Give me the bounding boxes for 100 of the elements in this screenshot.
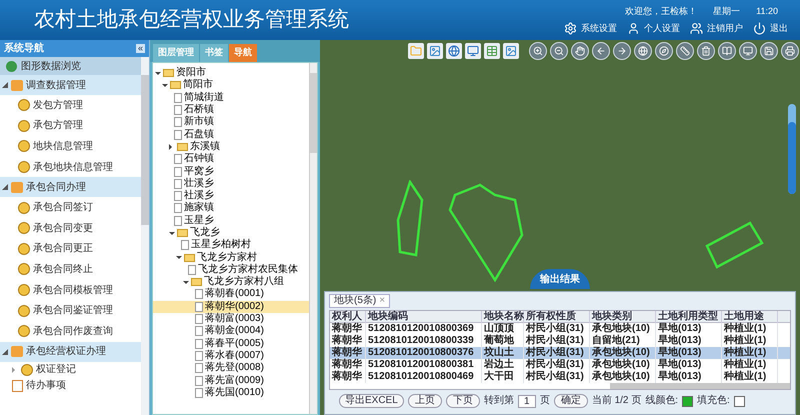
- tree-item[interactable]: 施家镇: [153, 202, 309, 215]
- tree-item[interactable]: 飞龙乡方家村农民集体: [153, 264, 309, 276]
- nav-item[interactable]: 承包合同终止: [0, 259, 141, 280]
- tree-item[interactable]: 石钟镇: [153, 153, 309, 166]
- file-icon: [181, 240, 189, 250]
- nav-item[interactable]: 发包方管理: [0, 95, 141, 116]
- toolbar-button[interactable]: [446, 43, 462, 59]
- monitor-icon: [743, 46, 753, 56]
- tree-item[interactable]: 平窝乡: [153, 165, 309, 178]
- color-swatch[interactable]: [734, 396, 745, 406]
- zoom-slider[interactable]: [788, 104, 796, 194]
- coin-icon: [18, 263, 30, 276]
- file-icon: [174, 154, 182, 164]
- toolbar-button[interactable]: [427, 43, 443, 59]
- app-title: 农村土地承包经营权业务管理系统: [34, 7, 349, 34]
- scrollbar[interactable]: [309, 63, 317, 414]
- export-button[interactable]: 导出EXCEL: [339, 394, 404, 408]
- nav-item[interactable]: 承包合同鉴证管理: [0, 300, 141, 321]
- page-status: 当前 1/2 页: [592, 396, 642, 406]
- nav-item[interactable]: 承包合同签订: [0, 197, 141, 218]
- tree-item[interactable]: 蒋先富(0009): [153, 374, 309, 387]
- file-icon: [188, 264, 196, 275]
- toolbar-button[interactable]: [465, 43, 481, 59]
- header-action-button[interactable]: 系统设置: [564, 22, 617, 35]
- header-action-button[interactable]: 退出: [753, 22, 788, 35]
- group-label: 承包经营权证办理: [26, 344, 106, 360]
- file-icon: [174, 130, 182, 140]
- file-icon: [195, 388, 203, 398]
- nav-item[interactable]: 承包方管理: [0, 116, 141, 136]
- nav-item[interactable]: 承包合同变更: [0, 218, 141, 239]
- nav-item[interactable]: 承包合同模板管理: [0, 280, 141, 300]
- tree-item[interactable]: 东溪镇: [153, 140, 309, 154]
- nav-group[interactable]: 调查数据管理: [0, 75, 141, 95]
- color-label: 线颜色:: [645, 396, 678, 406]
- tree-item[interactable]: 玉星乡柏树村: [153, 239, 309, 252]
- tree-item[interactable]: 蒋朝金(0004): [153, 325, 309, 338]
- tree-item[interactable]: 飞龙乡: [153, 226, 309, 240]
- color-swatch[interactable]: [682, 396, 694, 406]
- zoom-in-icon: [533, 46, 543, 56]
- file-icon: [195, 338, 203, 349]
- nav-item[interactable]: 承包合同更正: [0, 238, 141, 260]
- next-page-button[interactable]: 下页: [446, 394, 480, 408]
- tree-item[interactable]: 蒋春平(0005): [153, 338, 309, 350]
- tree-item[interactable]: 石盘镇: [153, 128, 309, 141]
- file-icon: [195, 314, 203, 324]
- nav-item[interactable]: 地块信息管理: [0, 136, 141, 157]
- coin-icon: [18, 325, 30, 338]
- goto-label: 转到第: [484, 396, 514, 406]
- tree-item[interactable]: 蒋先登(0008): [153, 362, 309, 374]
- nav-item[interactable]: 图形数据浏览: [0, 57, 141, 75]
- tree-item[interactable]: 飞龙乡方家村: [153, 251, 309, 264]
- file-icon: [174, 166, 182, 177]
- results-tab[interactable]: 地块(5条) ×: [329, 294, 390, 308]
- tree-item[interactable]: 壮溪乡: [153, 178, 309, 190]
- file-icon: [174, 92, 182, 103]
- file-icon: [174, 191, 182, 202]
- nav-item[interactable]: 承包合同作废查询: [0, 320, 141, 342]
- header-action-button[interactable]: 个人设置: [627, 22, 680, 35]
- confirm-button[interactable]: 确定: [554, 394, 588, 408]
- nav-item[interactable]: 权证登记: [0, 362, 141, 378]
- scrollbar[interactable]: [141, 57, 149, 415]
- tree-item[interactable]: 简阳市: [153, 79, 309, 92]
- header-action-button[interactable]: 注销用户: [690, 22, 743, 35]
- tree-item[interactable]: 社溪乡: [153, 190, 309, 202]
- parcel-outline-drawing: [705, 221, 765, 271]
- file-icon: [195, 350, 203, 361]
- nav-item[interactable]: 承包地块信息管理: [0, 156, 141, 178]
- monitor-icon: [467, 45, 479, 57]
- tree-item[interactable]: 石桥镇: [153, 104, 309, 116]
- file-icon: [195, 363, 203, 374]
- nav-item[interactable]: 待办事项: [0, 378, 141, 394]
- tree-item[interactable]: 资阳市: [153, 67, 309, 80]
- table-row[interactable]: 蒋朝华 5120810120010800376 坟山土 村民小组(31) 承包地块(10) 旱地(013) 种植业(1): [330, 347, 790, 359]
- tree-item[interactable]: 简城街道: [153, 92, 309, 104]
- nav-group[interactable]: 承包合同办理: [0, 177, 141, 198]
- tree-item[interactable]: 新市镇: [153, 116, 309, 128]
- previous-page-button[interactable]: 上页: [408, 394, 442, 408]
- panel-title: 系统导航: [4, 41, 44, 56]
- tree-item[interactable]: 蒋朝富(0003): [153, 312, 309, 326]
- collapse-button[interactable]: «: [136, 44, 145, 53]
- file-icon: [195, 376, 203, 386]
- file-icon: [174, 178, 182, 189]
- page-input[interactable]: 1: [518, 394, 536, 408]
- tree-item[interactable]: 蒋先国(0010): [153, 386, 309, 400]
- tree-item[interactable]: 飞龙乡方家村八组: [153, 276, 309, 288]
- power-icon: [753, 22, 766, 35]
- horizontal-scrollbar[interactable]: [330, 383, 790, 389]
- file-icon: [174, 216, 182, 226]
- ruler-icon: [680, 46, 690, 56]
- save-icon: [764, 46, 774, 56]
- page-unit-label: 页: [540, 396, 550, 406]
- tree-item[interactable]: 蒋朝华(0002): [153, 300, 309, 313]
- toolbar-button[interactable]: [484, 43, 500, 59]
- tree-item[interactable]: 蒋水春(0007): [153, 350, 309, 362]
- toolbar-button[interactable]: [503, 43, 519, 59]
- group-label: 调查数据管理: [26, 78, 86, 92]
- file-icon: [174, 203, 182, 214]
- tree-item[interactable]: 玉星乡: [153, 214, 309, 227]
- nav-group[interactable]: 承包经营权证办理: [0, 342, 141, 362]
- tree-item[interactable]: 蒋朝春(0001): [153, 288, 309, 301]
